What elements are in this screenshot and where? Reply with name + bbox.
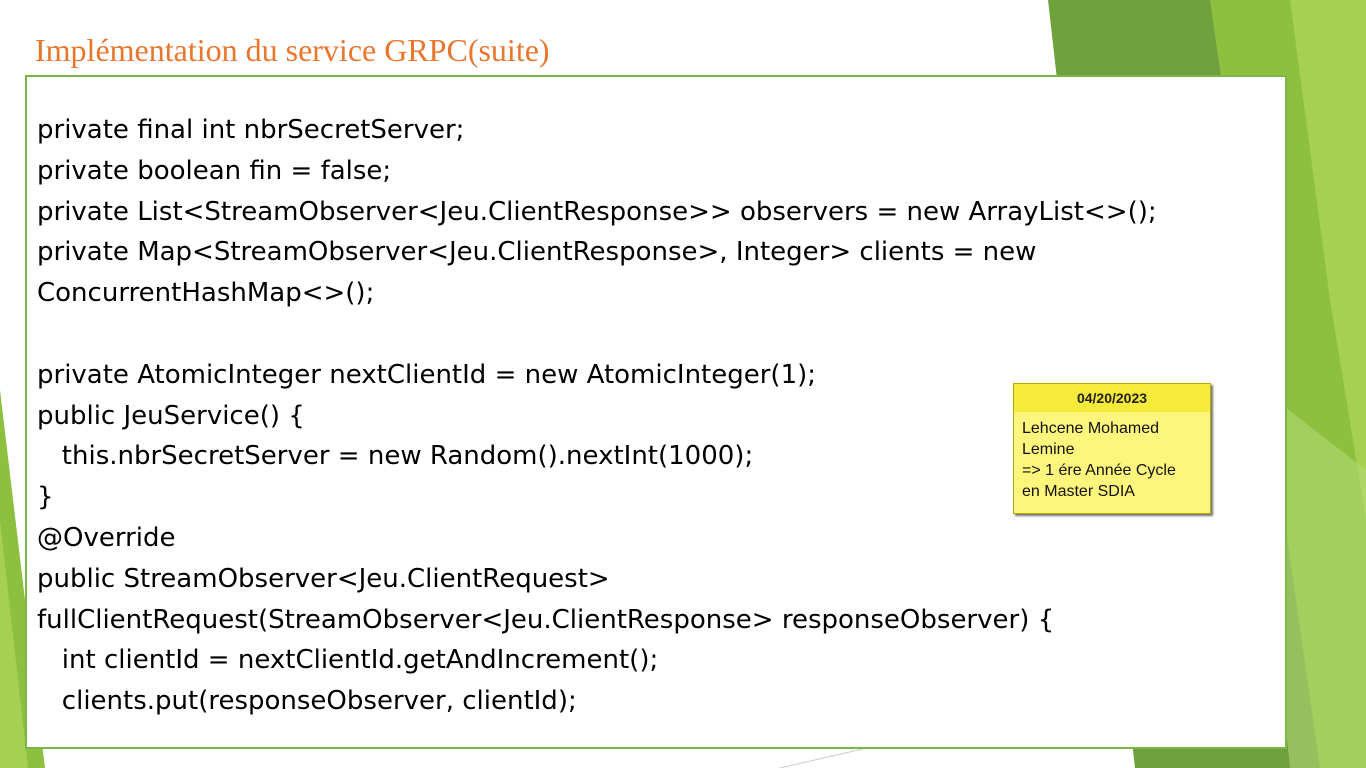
code-line: fullClientRequest(StreamObserver<Jeu.Cli… xyxy=(37,604,1055,635)
note-line: => 1 ére Année Cycle xyxy=(1022,462,1176,479)
code-line: private Map<StreamObserver<Jeu.ClientRes… xyxy=(37,237,1037,268)
code-line: private List<StreamObserver<Jeu.ClientRe… xyxy=(37,196,1157,227)
code-line-blank xyxy=(37,314,1157,355)
note-line: Lehcene Mohamed xyxy=(1022,420,1159,437)
slide: Implémentation du service GRPC(suite) pr… xyxy=(0,0,1366,768)
code-line: ConcurrentHashMap<>(); xyxy=(37,278,375,309)
code-listing: private final int nbrSecretServer; priva… xyxy=(37,110,1157,722)
code-line: clients.put(responseObserver, clientId); xyxy=(37,686,577,717)
code-line: int clientId = nextClientId.getAndIncrem… xyxy=(37,645,659,676)
note-line: en Master SDIA xyxy=(1022,483,1135,500)
code-line: public JeuService() { xyxy=(37,400,305,431)
code-line: @Override xyxy=(37,522,176,553)
slide-title: Implémentation du service GRPC(suite) xyxy=(35,32,550,68)
sticky-note[interactable]: 04/20/2023 Lehcene Mohamed Lemine => 1 é… xyxy=(1013,383,1211,514)
code-line: public StreamObserver<Jeu.ClientRequest> xyxy=(37,563,610,594)
note-line: Lemine xyxy=(1022,441,1075,458)
code-line: this.nbrSecretServer = new Random().next… xyxy=(37,441,754,472)
note-body: Lehcene Mohamed Lemine => 1 ére Année Cy… xyxy=(1014,412,1210,502)
code-line: private final int nbrSecretServer; xyxy=(37,115,465,145)
code-line: private AtomicInteger nextClientId = new… xyxy=(37,359,817,390)
code-line: } xyxy=(37,482,54,513)
note-date: 04/20/2023 xyxy=(1014,384,1210,412)
code-line: private boolean fin = false; xyxy=(37,155,392,186)
